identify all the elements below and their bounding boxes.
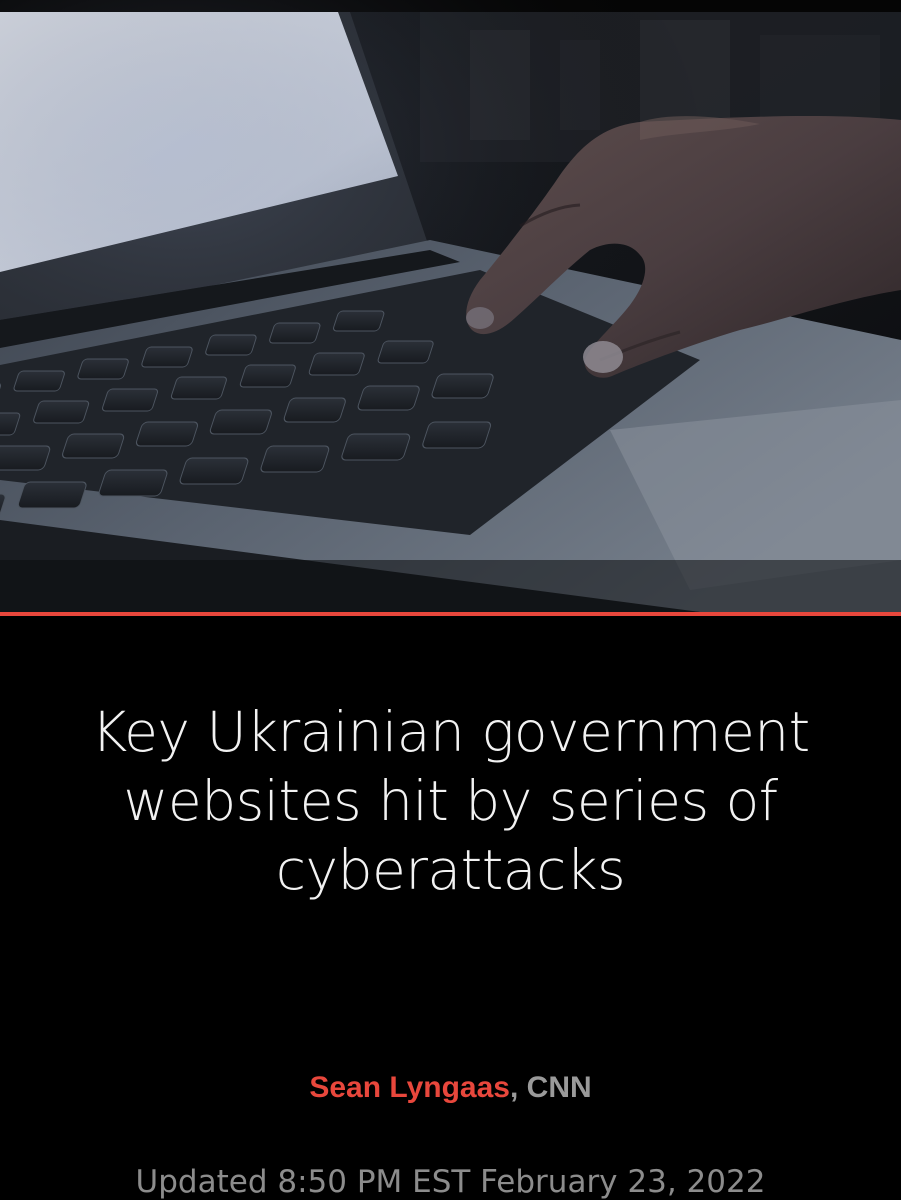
byline: Sean Lyngaas, CNN [0, 1068, 901, 1108]
article-page: Key Ukrainian government websites hit by… [0, 0, 901, 1200]
article-headline: Key Ukrainian government websites hit by… [91, 700, 810, 902]
updated-timestamp: Updated 8:50 PM EST February 23, 2022 [135, 1164, 766, 1200]
author-link[interactable]: Sean Lyngaas [309, 1071, 510, 1104]
hero-image[interactable] [0, 0, 901, 612]
outlet-name: CNN [526, 1071, 592, 1104]
byline-separator: , [509, 1071, 527, 1104]
laptop-typing-photo [0, 0, 901, 612]
hero-divider [0, 612, 901, 616]
